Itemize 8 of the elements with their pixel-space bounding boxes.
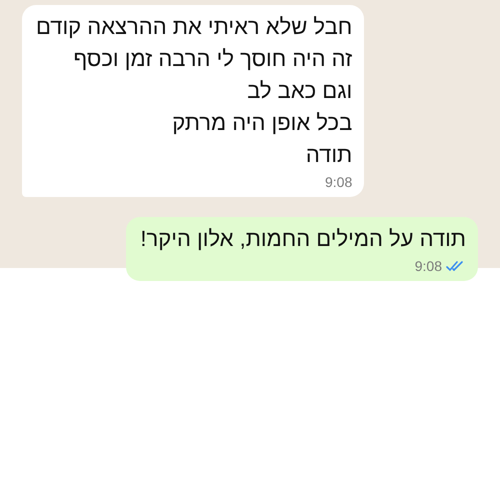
- message-text: תודה: [306, 141, 352, 169]
- message-text: חבל שלא ראיתי את ההרצאה קודם: [36, 13, 352, 41]
- message-text: זה היה חוסך לי הרבה זמן וכסף: [73, 45, 352, 73]
- message-text: בכל אופן היה מרתק: [172, 109, 352, 137]
- message-text: תודה על המילים החמות, אלון היקר!: [140, 225, 466, 253]
- message-time: 9:08: [325, 173, 352, 191]
- message-time: 9:08: [414, 257, 442, 275]
- message-text: וגם כאב לב: [247, 77, 352, 105]
